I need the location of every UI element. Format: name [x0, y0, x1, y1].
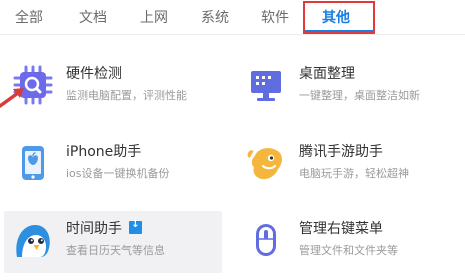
- game-mascot-icon: [245, 142, 287, 184]
- tool-description: 一键整理，桌面整洁如新: [299, 89, 420, 102]
- tool-description: 管理文件和文件夹等: [299, 244, 398, 257]
- tool-title: iPhone助手: [66, 144, 142, 160]
- pointer-arrow-icon: [0, 88, 24, 108]
- tab-software[interactable]: 软件: [261, 7, 289, 27]
- tab-documents[interactable]: 文档: [79, 7, 107, 27]
- tool-description: 监测电脑配置，评测性能: [66, 89, 187, 102]
- tool-card-tencent-game-assistant[interactable]: 腾讯手游助手 电脑玩手游，轻松超神: [233, 134, 451, 196]
- tool-description: 电脑玩手游，轻松超神: [299, 167, 409, 180]
- tool-card-time-assistant[interactable]: 时间助手 查看日历天气等信息: [4, 211, 222, 273]
- tab-divider: [0, 34, 465, 35]
- tool-title: 腾讯手游助手: [299, 144, 383, 160]
- download-badge-icon[interactable]: [129, 219, 142, 234]
- highlight-annotation-box: [303, 1, 375, 34]
- mouse-icon: [245, 219, 287, 261]
- tool-card-iphone-assistant[interactable]: iPhone助手 ios设备一键换机备份: [0, 134, 218, 196]
- tool-card-context-menu-manager[interactable]: 管理右键菜单 管理文件和文件夹等: [233, 211, 451, 273]
- tab-system[interactable]: 系统: [201, 7, 229, 27]
- tool-title: 硬件检测: [66, 66, 122, 82]
- desktop-monitor-icon: [245, 64, 287, 106]
- tool-title: 桌面整理: [299, 66, 355, 82]
- tool-title: 管理右键菜单: [299, 221, 383, 237]
- tool-description: ios设备一键换机备份: [66, 167, 170, 180]
- tool-description: 查看日历天气等信息: [66, 244, 165, 257]
- tab-internet[interactable]: 上网: [140, 7, 168, 27]
- tool-title: 时间助手: [66, 218, 142, 238]
- category-tab-bar: 全部 文档 上网 系统 软件 其他: [0, 0, 465, 34]
- iphone-apple-icon: [12, 142, 54, 184]
- tab-all[interactable]: 全部: [15, 7, 43, 27]
- bird-mascot-icon: [12, 219, 54, 261]
- tool-card-desktop-organize[interactable]: 桌面整理 一键整理，桌面整洁如新: [233, 56, 451, 118]
- tool-card-hardware-check[interactable]: 硬件检测 监测电脑配置，评测性能: [0, 56, 218, 118]
